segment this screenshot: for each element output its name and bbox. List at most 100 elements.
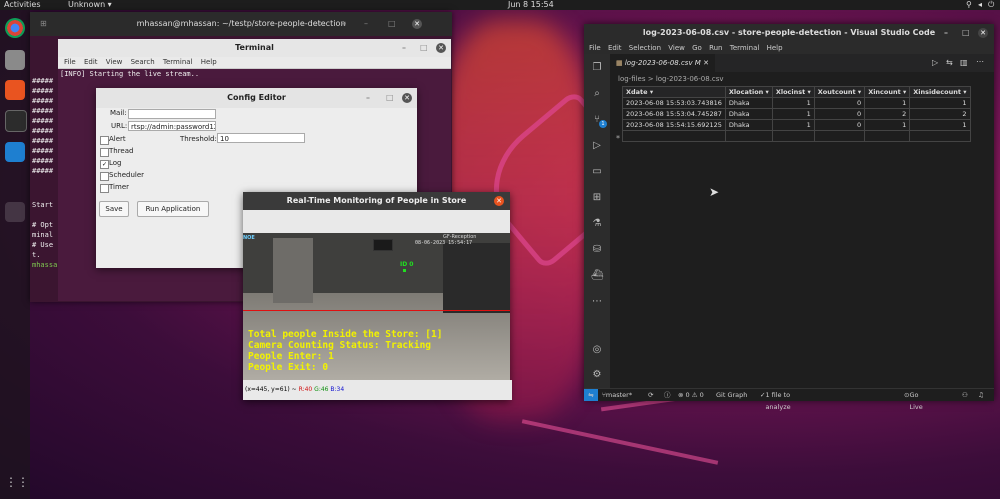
table-cell[interactable]: 1 [909,97,971,109]
column-header[interactable]: Xlocation ▾ [724,86,773,98]
table-cell[interactable]: 0 [813,97,866,109]
maximize-icon[interactable]: □ [420,39,428,57]
table-cell[interactable]: 2023-06-08 15:54:15.692125 [622,119,726,131]
maximize-icon[interactable]: □ [388,12,396,36]
table-row[interactable]: 2023-06-08 15:54:15.692125 Dhaka 1 0 1 1 [622,119,971,131]
show-apps-icon[interactable]: ⋮⋮ [5,472,29,492]
column-header[interactable]: Xdate ▾ [622,86,726,98]
close-icon[interactable]: ✕ [978,28,988,38]
table-cell[interactable] [909,130,971,142]
gear-icon[interactable]: ⚙ [591,369,603,381]
tab-log-csv[interactable]: ▦ log-2023-06-08.csv M ✕ [610,54,715,72]
remote-explorer-icon[interactable]: ▭ [591,166,603,178]
run-application-button[interactable]: Run Application [137,201,209,217]
more-icon[interactable]: ⋯ [591,296,603,308]
menu-terminal[interactable]: Terminal [163,58,193,66]
close-icon[interactable]: ✕ [494,196,504,206]
table-cell[interactable]: 2023-06-08 15:53:03.743816 [622,97,726,109]
table-cell[interactable]: 0 [813,108,866,120]
notifications-icon[interactable]: ♫ [978,389,984,401]
column-header[interactable]: Xinsidecount ▾ [909,86,971,98]
table-row-new[interactable] [622,130,971,142]
git-graph-button[interactable]: Git Graph [716,389,747,401]
menu-view[interactable]: View [106,58,123,66]
maximize-icon[interactable]: □ [386,88,394,108]
table-cell[interactable]: Dhaka [724,108,773,120]
table-cell[interactable]: 1 [771,97,815,109]
preview-icon[interactable]: ⇆ [946,58,953,67]
terminal-dock-icon[interactable] [5,110,27,132]
table-cell[interactable]: Dhaka [724,97,773,109]
column-header[interactable]: Xoutcount ▾ [813,86,866,98]
go-live-button[interactable]: ⊙ Go Live [904,389,923,411]
table-cell[interactable] [622,130,726,142]
table-cell[interactable]: 1 [771,119,815,131]
menu-icon[interactable]: ≡ [340,12,347,36]
minimize-icon[interactable]: – [944,24,948,42]
table-cell[interactable]: 1 [909,119,971,131]
column-header[interactable]: Xlocinst ▾ [771,86,815,98]
menu-terminal[interactable]: Terminal [730,44,760,52]
thread-checkbox[interactable] [100,148,109,157]
table-cell[interactable]: 2 [864,108,911,120]
url-field[interactable]: rtsp://admin:password12 [128,121,216,131]
more-actions-icon[interactable]: ⋯ [976,57,984,66]
files-icon[interactable] [5,50,25,70]
minimize-icon[interactable]: – [402,39,406,57]
table-cell[interactable]: 1 [864,119,911,131]
table-cell[interactable]: 2023-06-08 15:53:04.745287 [622,108,726,120]
network-icon[interactable]: ⚲ [966,0,972,10]
volume-icon[interactable]: ◂ [978,0,982,10]
app-menu[interactable]: Unknown ▾ [68,0,112,10]
testing-icon[interactable]: ⚗ [591,218,603,230]
alert-checkbox[interactable] [100,136,109,145]
menu-search[interactable]: Search [131,58,155,66]
menu-help[interactable]: Help [767,44,783,52]
column-header[interactable]: Xincount ▾ [864,86,911,98]
dock-running-app[interactable] [5,202,25,222]
menu-view[interactable]: View [668,44,685,52]
scheduler-checkbox[interactable] [100,172,109,181]
analyze-status[interactable]: ✓ 1 file to analyze [760,389,791,411]
save-button[interactable]: Save [99,201,129,217]
menu-file[interactable]: File [589,44,601,52]
minimize-icon[interactable]: – [366,88,370,108]
table-cell[interactable] [864,130,911,142]
menu-go[interactable]: Go [692,44,702,52]
new-tab-icon[interactable]: ⊞ [40,12,47,36]
software-icon[interactable] [5,80,25,100]
run-debug-icon[interactable]: ▷ [591,140,603,152]
table-cell[interactable]: 1 [771,108,815,120]
account-icon[interactable]: ◎ [591,344,603,356]
table-cell[interactable]: 1 [864,97,911,109]
close-icon[interactable]: ✕ [436,43,446,53]
menu-edit[interactable]: Edit [608,44,622,52]
close-icon[interactable]: ✕ [402,93,412,103]
table-row[interactable]: 2023-06-08 15:53:03.743816 Dhaka 1 0 1 1 [622,97,971,109]
chrome-icon[interactable] [5,18,25,38]
extensions-icon[interactable]: ⊞ [591,192,603,204]
docker-icon[interactable]: ⛴ [591,270,604,282]
table-cell[interactable]: 0 [813,119,866,131]
menu-selection[interactable]: Selection [629,44,661,52]
threshold-field[interactable]: 10 [217,133,305,143]
table-cell[interactable] [724,130,773,142]
inner-terminal-output[interactable]: [INFO] Starting the live stream.. [58,69,451,79]
camera-feed[interactable]: NOE GF-Reception 08-06-2023 15:54:17 ID … [243,233,510,380]
menu-file[interactable]: File [64,58,76,66]
activities-button[interactable]: Activities [4,0,41,10]
search-icon[interactable]: ⌕ [591,88,603,100]
menu-help[interactable]: Help [201,58,217,66]
table-cell[interactable] [813,130,866,142]
mail-field[interactable] [128,109,216,119]
problems-status[interactable]: ⊗ 0 ⚠ 0 [678,389,704,401]
branch-status[interactable]: ⑂ master* [602,389,632,401]
table-cell[interactable]: Dhaka [724,119,773,131]
breadcrumb[interactable]: log-files > log-2023-06-08.csv [618,75,724,83]
table-cell[interactable]: 2 [909,108,971,120]
close-icon[interactable]: ✕ [412,19,422,29]
minimize-icon[interactable]: – [364,12,368,36]
clock[interactable]: Jun 8 15:54 [508,0,554,10]
python-icon[interactable]: ⛁ [591,244,603,256]
maximize-icon[interactable]: □ [962,24,970,42]
